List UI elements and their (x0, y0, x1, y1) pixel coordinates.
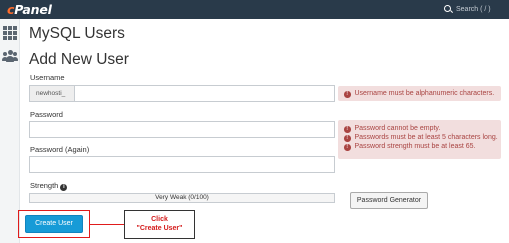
error-icon: ! (344, 135, 351, 142)
info-icon[interactable]: i (60, 184, 68, 191)
annotation-line-1: Click (151, 216, 168, 223)
section-title: Add New User (29, 51, 129, 68)
error-icon: ! (344, 144, 351, 151)
annotation-callout: Click "Create User" (124, 210, 195, 239)
annotation-line-2: "Create User" (136, 224, 183, 232)
password-again-field[interactable] (29, 156, 335, 173)
strength-label-wrap: Strength i (30, 181, 68, 191)
password-error-line: ! Password cannot be empty. (344, 124, 495, 133)
password-again-label: Password (Again) (30, 145, 90, 154)
cpanel-logo[interactable]: cPanel (7, 1, 52, 18)
password-error-alert: ! Password cannot be empty. ! Passwords mu… (338, 120, 501, 159)
strength-meter: Very Weak (0/100) (29, 193, 335, 203)
password-label: Password (30, 110, 63, 119)
username-field[interactable]: newhosti_ (29, 85, 335, 102)
header-search[interactable]: Search ( / ) (444, 4, 491, 16)
users-icon[interactable] (2, 49, 18, 63)
create-user-button[interactable]: Create User (25, 215, 83, 233)
password-error-line: ! Passwords must be at least 5 characters… (344, 133, 498, 142)
username-prefix: newhosti_ (30, 86, 75, 101)
grid-icon[interactable] (3, 26, 17, 40)
password-generator-button[interactable]: Password Generator (350, 192, 428, 209)
sidebar (0, 19, 20, 243)
top-bar: cPanel Search ( / ) (0, 0, 509, 19)
username-error-alert: ! Username must be alphanumeric character… (338, 86, 501, 101)
username-label: Username (30, 73, 65, 82)
error-icon: ! (344, 91, 351, 98)
username-error-line: ! Username must be alphanumeric character… (344, 89, 495, 98)
page-title: MySQL Users (29, 25, 125, 42)
search-placeholder: Search ( / ) (456, 6, 491, 13)
search-icon (444, 5, 451, 12)
logo-rest: Panel (14, 2, 52, 17)
strength-label: Strength (30, 181, 59, 190)
password-field[interactable] (29, 121, 335, 138)
error-icon: ! (344, 126, 351, 133)
annotation-connector-line (90, 224, 124, 225)
password-error-line: ! Password strength must be at least 65. (344, 142, 495, 151)
